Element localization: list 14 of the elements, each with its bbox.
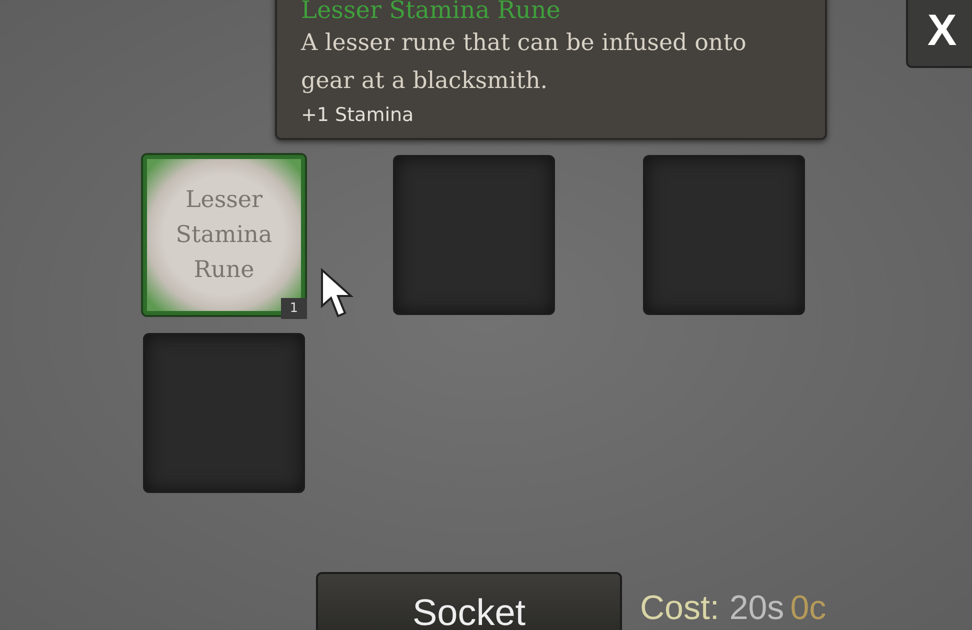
empty-slot[interactable] [143,333,305,493]
tooltip-description: A lesser rune that can be infused onto gear at a blacksmith. [301,29,748,96]
rune-name: Lesser Stamina Rune [174,186,274,284]
stack-count: 1 [280,298,307,319]
tooltip-stat: +1 Stamina [301,104,415,126]
socket-button[interactable]: Socket [316,572,622,630]
coin-amount: 20s [729,588,784,628]
tooltip-title: Lesser Stamina Rune [301,0,562,22]
empty-slot[interactable] [393,155,555,315]
coin-amount: 0c [790,588,826,628]
empty-slot[interactable] [643,155,805,315]
mouse-pointer-icon [320,268,354,320]
close-button[interactable]: X [906,0,972,68]
cost-label: Cost: [640,588,720,628]
